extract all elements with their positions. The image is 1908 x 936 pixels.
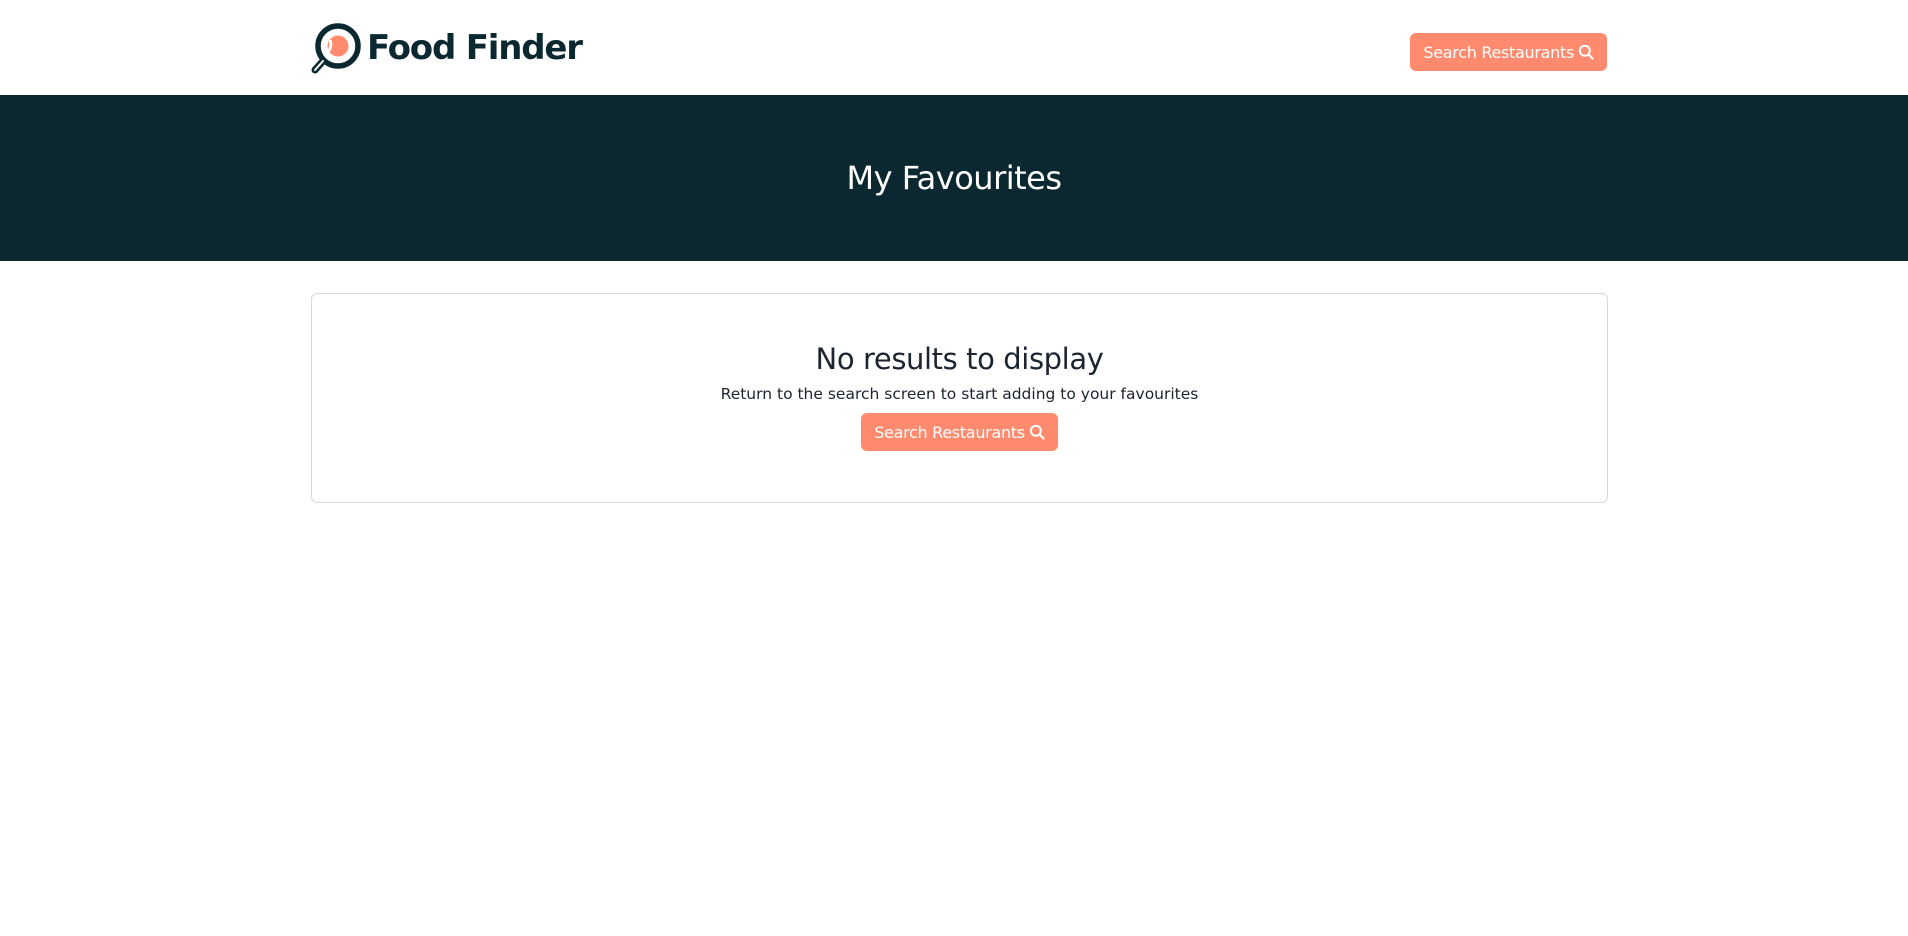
search-icon [1578,44,1594,60]
nav-search-restaurants-button[interactable]: Search Restaurants [1410,33,1607,71]
empty-state-message: Return to the search screen to start add… [720,385,1199,403]
navbar: Food Finder Search Restaurants [0,0,1908,95]
nav-search-restaurants-label: Search Restaurants [1423,42,1574,62]
empty-state-search-restaurants-button[interactable]: Search Restaurants [861,413,1058,451]
empty-state-card: No results to display Return to the sear… [311,293,1608,503]
food-finder-logo-icon [311,22,361,73]
search-icon [1029,424,1045,440]
page-title: My Favourites [846,159,1062,197]
hero-banner: My Favourites [0,95,1908,261]
empty-state-title: No results to display [815,342,1104,376]
empty-state-search-restaurants-label: Search Restaurants [874,422,1025,442]
brand-link[interactable]: Food Finder [311,21,583,75]
brand-name: Food Finder [367,27,583,68]
navbar-inner: Food Finder Search Restaurants [311,0,1607,95]
